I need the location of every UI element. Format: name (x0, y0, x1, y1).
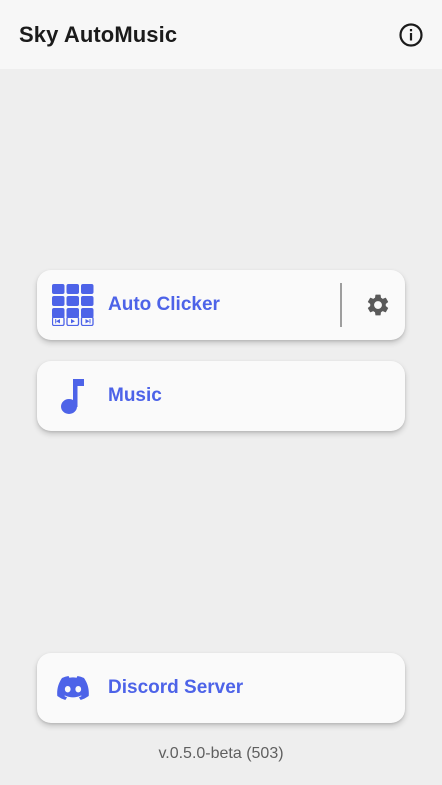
gear-icon[interactable] (350, 270, 405, 340)
info-icon[interactable] (398, 22, 424, 48)
discord-server-card[interactable]: Discord Server (37, 653, 405, 723)
divider (340, 283, 342, 327)
keypad-grid-icon (37, 270, 108, 340)
music-note-icon (37, 361, 108, 431)
version-text: v.0.5.0-beta (503) (158, 745, 284, 762)
auto-clicker-label: Auto Clicker (108, 294, 220, 315)
discord-icon (37, 653, 108, 723)
discord-server-label: Discord Server (108, 677, 244, 698)
music-label: Music (108, 385, 162, 406)
auto-clicker-card[interactable]: Auto Clicker (37, 270, 405, 340)
music-card[interactable]: Music (37, 361, 405, 431)
app-title: Sky AutoMusic (19, 21, 178, 47)
app-bar: Sky AutoMusic (0, 0, 442, 69)
